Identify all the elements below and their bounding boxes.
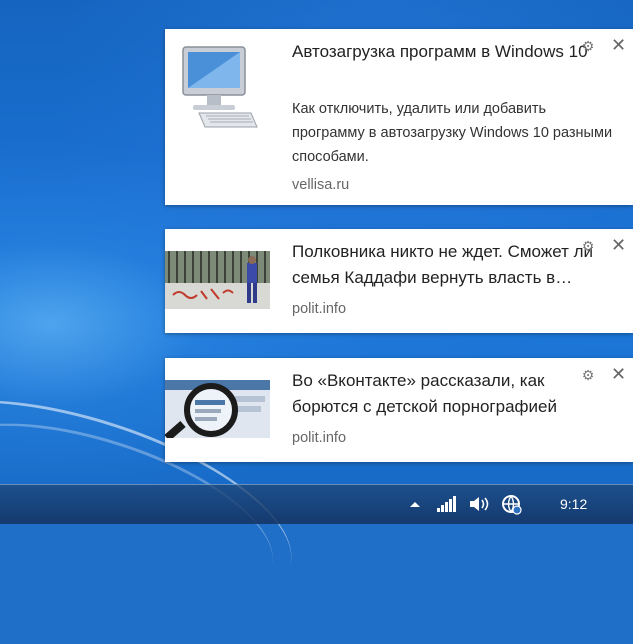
notification-title: Полковника никто не ждет. Сможет ли семь… <box>292 242 594 287</box>
gear-icon[interactable]: ⚙ <box>581 368 595 382</box>
network-icon[interactable] <box>500 493 522 515</box>
computer-icon <box>179 43 259 133</box>
gear-icon[interactable]: ⚙ <box>581 39 595 53</box>
volume-icon[interactable] <box>468 495 490 513</box>
close-icon[interactable]: ✕ <box>611 236 626 254</box>
notification-title: Во «Вконтакте» рассказали, как борются с… <box>292 371 557 416</box>
notification-1[interactable]: Автозагрузка программ в Windows 10 Как о… <box>165 29 633 205</box>
signal-icon[interactable] <box>436 496 456 512</box>
notification-3[interactable]: Во «Вконтакте» рассказали, как борются с… <box>165 358 633 462</box>
street-wall-photo <box>165 251 270 309</box>
notification-source: polit.info <box>292 301 347 317</box>
magnifier-photo <box>165 380 270 438</box>
chevron-up-icon[interactable] <box>408 498 422 512</box>
notification-body: Как отключить, удалить или добавить прог… <box>292 101 613 165</box>
close-icon[interactable]: ✕ <box>611 36 626 54</box>
notification-2[interactable]: Полковника никто не ждет. Сможет ли семь… <box>165 229 633 333</box>
notification-source: polit.info <box>292 430 347 446</box>
notification-title: Автозагрузка программ в Windows 10 <box>292 42 588 61</box>
clock[interactable]: 9:12 <box>560 496 587 512</box>
taskbar: 9:12 <box>0 484 633 524</box>
notification-source: vellisa.ru <box>292 177 350 193</box>
gear-icon[interactable]: ⚙ <box>581 239 595 253</box>
close-icon[interactable]: ✕ <box>611 365 626 383</box>
